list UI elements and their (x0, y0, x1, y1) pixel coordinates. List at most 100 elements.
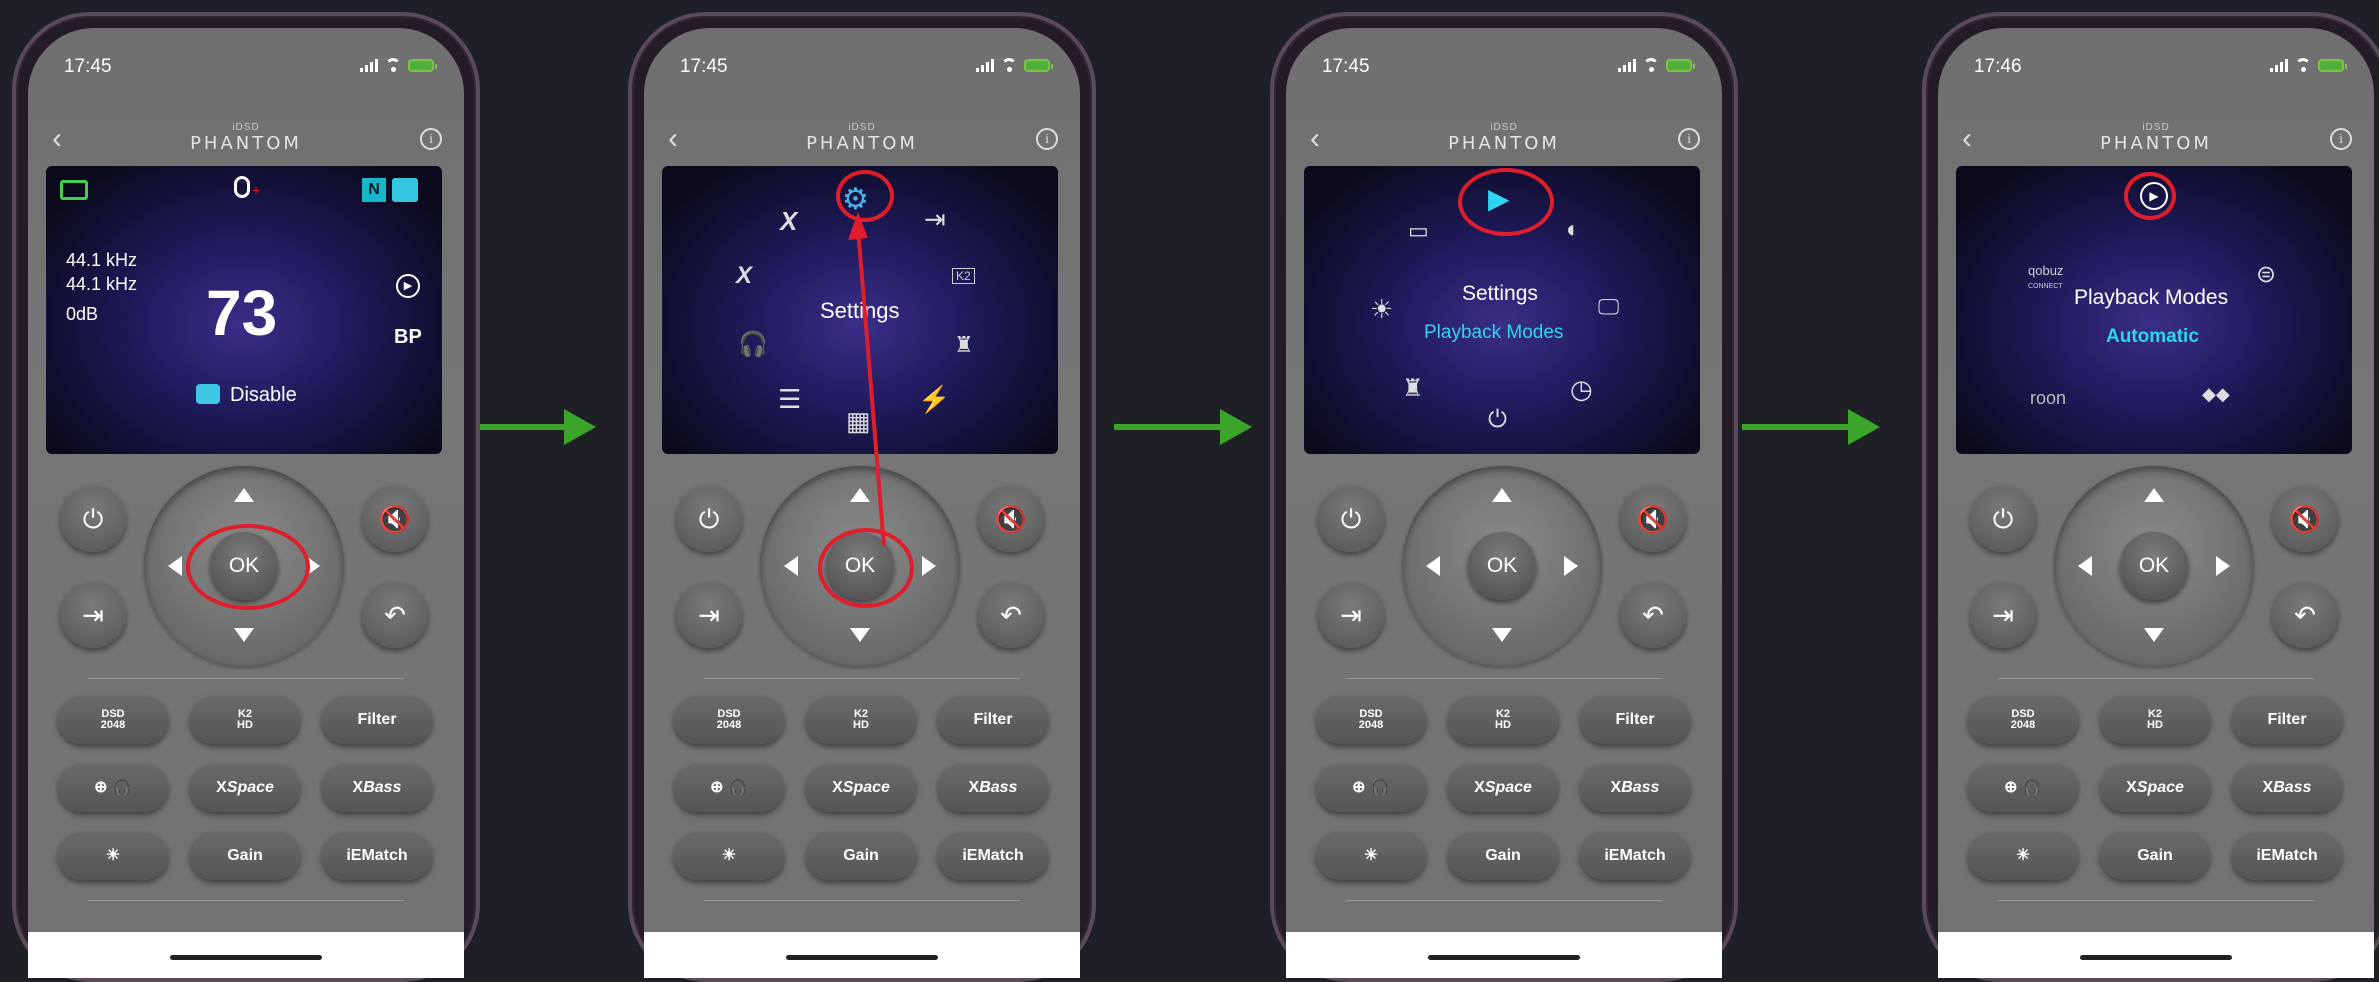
info-icon[interactable]: i (1036, 128, 1058, 150)
dsd-button[interactable]: DSD 2048 (1968, 696, 2078, 744)
iematch-button[interactable]: iEMatch (1580, 832, 1690, 880)
roon-logo: roon (2030, 388, 2067, 408)
dpad-left-arrow-icon[interactable] (784, 556, 798, 576)
info-icon[interactable]: i (2330, 128, 2352, 150)
dpad-left-arrow-icon[interactable] (2078, 556, 2092, 576)
home-indicator[interactable] (2080, 955, 2232, 960)
dpad-up-arrow-icon[interactable] (850, 488, 870, 502)
input-button[interactable]: ⇥ (60, 582, 126, 648)
input-button[interactable]: ⇥ (676, 582, 742, 648)
brightness-button[interactable]: ☀ (674, 832, 784, 880)
gain-button[interactable]: Gain (806, 832, 916, 880)
mute-button[interactable]: 🔇 (2272, 486, 2338, 552)
mute-button[interactable]: 🔇 (978, 486, 1044, 552)
dpad-right-arrow-icon[interactable] (922, 556, 936, 576)
filter-button[interactable]: Filter (2232, 696, 2342, 744)
power-button[interactable]: ⏻ (1318, 486, 1384, 552)
xspace-button[interactable]: X Space (806, 764, 916, 812)
output-mode-button[interactable]: ⊕ 🎧 (58, 764, 168, 812)
filter-button[interactable]: Filter (938, 696, 1048, 744)
status-time: 17:45 (1322, 56, 1370, 77)
xbass-button[interactable]: X Bass (1580, 764, 1690, 812)
gain-button[interactable]: Gain (190, 832, 300, 880)
dpad-up-arrow-icon[interactable] (1492, 488, 1512, 502)
return-button[interactable]: ↶ (362, 582, 428, 648)
xspace-button[interactable]: X Space (2100, 764, 2210, 812)
tube-icon (196, 384, 220, 404)
dpad-up-arrow-icon[interactable] (2144, 488, 2164, 502)
info-icon[interactable]: i (420, 128, 442, 150)
filter-button[interactable]: Filter (1580, 696, 1690, 744)
qobuz-logo: qobuz CONNECT (2028, 263, 2064, 290)
ok-button[interactable]: OK (1468, 532, 1536, 600)
dpad[interactable]: OK (1402, 466, 1602, 666)
dpad-right-arrow-icon[interactable] (1564, 556, 1578, 576)
signal-icon (2270, 58, 2288, 72)
battery-icon (1666, 58, 1695, 72)
k2hd-button[interactable]: K2 HD (806, 696, 916, 744)
dpad-down-arrow-icon[interactable] (850, 628, 870, 642)
battery-icon (408, 58, 437, 72)
k2hd-button[interactable]: K2 HD (1448, 696, 1558, 744)
power-button[interactable]: ⏻ (676, 486, 742, 552)
xspace-menu-icon: X (780, 206, 798, 236)
brightness-button[interactable]: ☀ (58, 832, 168, 880)
home-indicator[interactable] (786, 955, 938, 960)
home-area (1286, 932, 1722, 978)
xbass-button[interactable]: X Bass (322, 764, 432, 812)
xspace-button[interactable]: X Space (1448, 764, 1558, 812)
output-mode-button[interactable]: ⊕ 🎧 (1968, 764, 2078, 812)
k2hd-button[interactable]: K2 HD (2100, 696, 2210, 744)
mute-button[interactable]: 🔇 (362, 486, 428, 552)
dpad-down-arrow-icon[interactable] (234, 628, 254, 642)
phone-1: 17:45 ‹ iDSD PHANTOM i + N 44.1 kHz 44.1 … (12, 12, 480, 982)
return-button[interactable]: ↶ (978, 582, 1044, 648)
dsd-button[interactable]: DSD 2048 (674, 696, 784, 744)
ok-button[interactable]: OK (2120, 532, 2188, 600)
dsd-button[interactable]: DSD 2048 (1316, 696, 1426, 744)
iematch-button[interactable]: iEMatch (2232, 832, 2342, 880)
volume-value: 73 (206, 277, 278, 349)
k2-menu-icon: K2 (952, 268, 975, 284)
gain-button[interactable]: Gain (1448, 832, 1558, 880)
status-time: 17:45 (680, 56, 728, 77)
playback-icon: ▶ (396, 274, 420, 298)
return-button[interactable]: ↶ (1620, 582, 1686, 648)
iematch-button[interactable]: iEMatch (938, 832, 1048, 880)
mute-button[interactable]: 🔇 (1620, 486, 1686, 552)
return-button[interactable]: ↶ (2272, 582, 2338, 648)
dpad-left-arrow-icon[interactable] (1426, 556, 1440, 576)
home-indicator[interactable] (170, 955, 322, 960)
xbass-button[interactable]: X Bass (2232, 764, 2342, 812)
info-icon[interactable]: i (1678, 128, 1700, 150)
home-area (28, 932, 464, 978)
highlight-ring-play (2124, 172, 2176, 220)
iematch-button[interactable]: iEMatch (322, 832, 432, 880)
flow-arrow-3 (1742, 409, 1880, 445)
brightness-button[interactable]: ☀ (1316, 832, 1426, 880)
dpad-up-arrow-icon[interactable] (234, 488, 254, 502)
filter-button[interactable]: Filter (322, 696, 432, 744)
divider (704, 678, 1020, 679)
dsd-button[interactable]: DSD 2048 (58, 696, 168, 744)
output-mode-button[interactable]: ⊕ 🎧 (1316, 764, 1426, 812)
dpad-down-arrow-icon[interactable] (2144, 628, 2164, 642)
home-indicator[interactable] (1428, 955, 1580, 960)
dpad-down-arrow-icon[interactable] (1492, 628, 1512, 642)
ethernet-icon (60, 180, 88, 200)
dpad-left-arrow-icon[interactable] (168, 556, 182, 576)
brightness-button[interactable]: ☀ (1968, 832, 2078, 880)
power-button[interactable]: ⏻ (1970, 486, 2036, 552)
gain-button[interactable]: Gain (2100, 832, 2210, 880)
input-button[interactable]: ⇥ (1318, 582, 1384, 648)
input-button[interactable]: ⇥ (1970, 582, 2036, 648)
power-button[interactable]: ⏻ (60, 486, 126, 552)
output-mode-button[interactable]: ⊕ 🎧 (674, 764, 784, 812)
battery-icon (1024, 58, 1053, 72)
k2hd-button[interactable]: K2 HD (190, 696, 300, 744)
xbass-button[interactable]: X Bass (938, 764, 1048, 812)
wifi-icon (384, 58, 402, 72)
xspace-button[interactable]: X Space (190, 764, 300, 812)
dpad-right-arrow-icon[interactable] (2216, 556, 2230, 576)
dpad[interactable]: OK (2054, 466, 2254, 666)
